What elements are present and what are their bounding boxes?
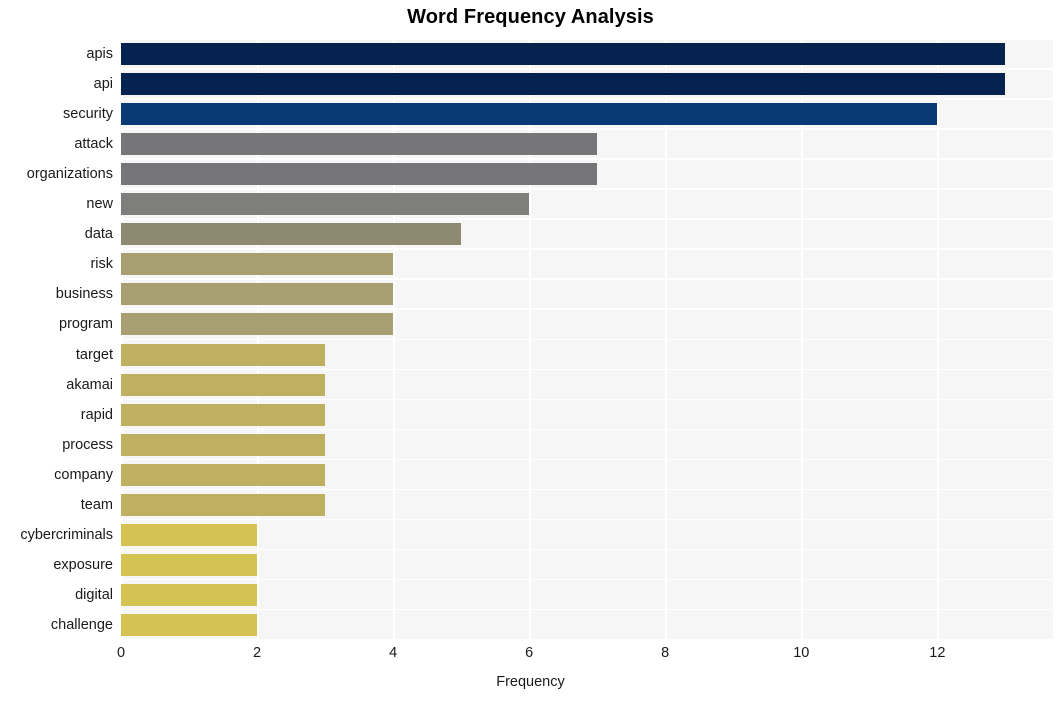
y-axis-label: program	[59, 316, 113, 333]
y-axis-label: akamai	[66, 376, 113, 393]
y-axis-label: risk	[90, 256, 113, 273]
y-gridline	[121, 98, 1053, 100]
y-gridline	[121, 548, 1053, 551]
y-gridline	[121, 68, 1053, 70]
bar	[121, 313, 394, 336]
y-axis-label: cybercriminals	[20, 526, 113, 543]
bar	[121, 103, 938, 126]
y-axis-label: organizations	[26, 166, 113, 183]
x-axis-tick-label: 12	[929, 645, 946, 661]
word-frequency-chart-figure: Word Frequency Analysis apis api security a…	[0, 0, 1061, 701]
bar	[121, 403, 326, 426]
y-gridline	[121, 608, 1053, 611]
y-gridline	[121, 128, 1053, 130]
y-axis-label: attack	[74, 136, 113, 153]
x-axis-tick-label: 0	[116, 645, 126, 661]
x-axis-tick-label: 4	[389, 645, 398, 661]
y-axis-label: apis	[86, 46, 113, 63]
y-gridline	[121, 248, 1053, 250]
y-axis-label: company	[54, 466, 113, 483]
y-gridline	[121, 218, 1053, 220]
bar	[121, 133, 598, 156]
x-axis-title: Frequency	[496, 674, 565, 690]
y-gridline	[121, 338, 1053, 340]
y-axis-label: challenge	[50, 616, 113, 633]
bar	[121, 73, 1006, 96]
x-axis-tick-label: 10	[793, 645, 810, 661]
y-axis-label: data	[84, 226, 113, 243]
x-axis-tick-label: 2	[253, 645, 262, 661]
bar	[121, 523, 258, 546]
bar	[121, 223, 462, 246]
y-axis-label: api	[93, 76, 113, 93]
y-gridline	[121, 38, 1053, 40]
bar	[121, 163, 598, 186]
x-axis-tick-label: 8	[661, 645, 670, 661]
bar	[121, 373, 326, 396]
y-gridline	[121, 518, 1053, 521]
y-gridline	[121, 578, 1053, 581]
bar	[121, 43, 1006, 66]
bar	[121, 283, 394, 306]
y-gridline	[121, 158, 1053, 160]
bar	[121, 343, 326, 366]
y-axis-label: process	[62, 436, 113, 453]
plot-area	[121, 38, 1053, 641]
y-axis-category-labels: apis api security attack organizations new dat…	[0, 38, 121, 639]
chart-title: Word Frequency Analysis	[407, 6, 654, 28]
y-axis-label: new	[86, 196, 113, 213]
bar	[121, 613, 258, 636]
y-gridline	[121, 278, 1053, 280]
y-axis-label: target	[75, 346, 113, 363]
y-axis-label: business	[55, 286, 113, 303]
y-axis-label: exposure	[53, 556, 113, 573]
bar	[121, 463, 326, 486]
y-gridline	[121, 639, 1053, 641]
bar	[121, 493, 326, 516]
y-gridline	[121, 458, 1053, 461]
y-gridline	[121, 488, 1053, 491]
y-axis-label: digital	[75, 586, 113, 603]
y-axis-label: security	[63, 106, 113, 123]
x-axis-tick-label: 6	[525, 645, 534, 661]
y-gridline	[121, 398, 1053, 401]
y-axis-label: rapid	[80, 406, 113, 423]
bar	[121, 253, 394, 276]
bar	[121, 193, 530, 216]
x-axis-tick-labels: 0 2 4 6 8 10 12	[0, 645, 1061, 669]
bar	[121, 553, 258, 576]
y-gridline	[121, 308, 1053, 310]
y-gridline	[121, 428, 1053, 431]
bar	[121, 433, 326, 456]
y-axis-label: team	[80, 496, 113, 513]
y-gridline	[121, 368, 1053, 371]
y-gridline	[121, 188, 1053, 190]
bar	[121, 583, 258, 606]
